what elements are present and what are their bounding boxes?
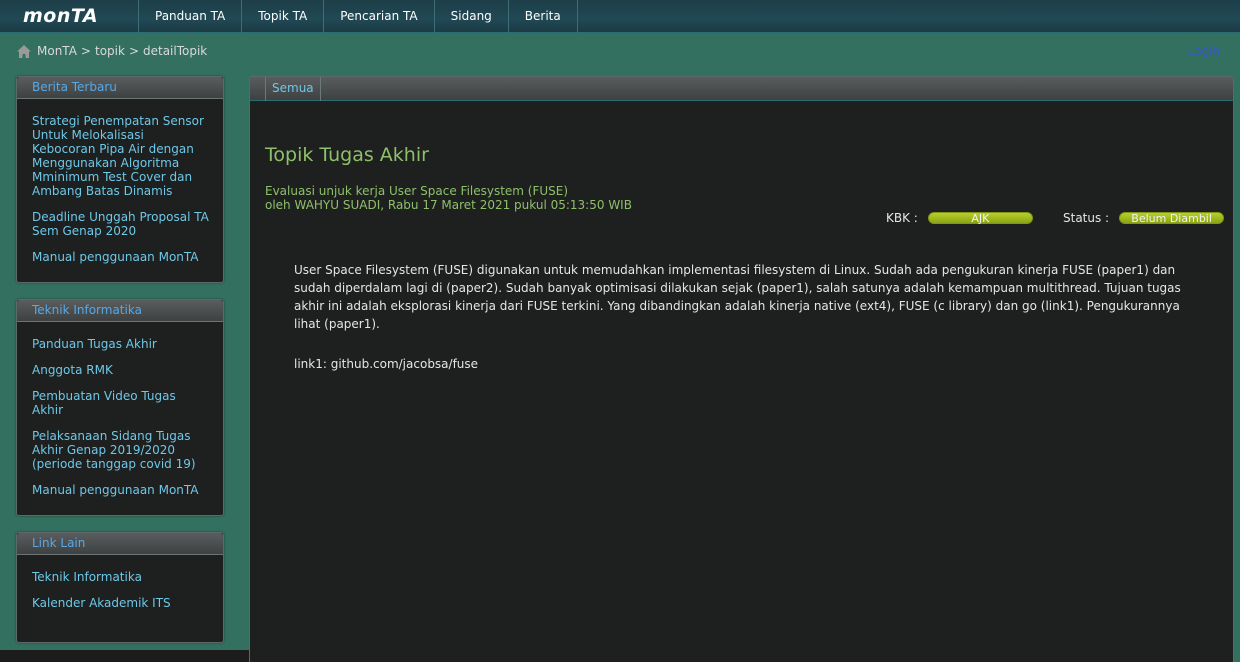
sidebar-berita-box: Berita Terbaru Strategi Penempatan Senso…: [16, 76, 224, 283]
main-panel: Semua Topik Tugas Akhir Evaluasi unjuk k…: [249, 76, 1234, 662]
sidebar-berita-list: Strategi Penempatan Sensor Untuk Melokal…: [17, 99, 223, 264]
sidebar-link-box: Link Lain Teknik Informatika Kalender Ak…: [16, 532, 224, 643]
home-icon[interactable]: [17, 44, 31, 58]
news-item[interactable]: Strategi Penempatan Sensor Untuk Melokal…: [32, 114, 209, 198]
kbk-label: KBK :: [886, 211, 918, 225]
status-badge: Belum Diambil: [1119, 212, 1225, 225]
login-link[interactable]: Login: [1188, 44, 1220, 58]
status-label: Status :: [1063, 211, 1110, 225]
sidebar-item-panduan[interactable]: Panduan Tugas Akhir: [32, 337, 209, 351]
breadcrumb-home[interactable]: MonTA: [37, 44, 77, 58]
status-field: Status : Belum Diambil: [1063, 211, 1225, 225]
topic-title: Evaluasi unjuk kerja User Space Filesyst…: [265, 184, 569, 198]
sidebar-item-video[interactable]: Pembuatan Video Tugas Akhir: [32, 389, 209, 417]
top-navbar: monTA Panduan TA Topik TA Pencarian TA S…: [0, 0, 1240, 33]
news-item[interactable]: Manual penggunaan MonTA: [32, 250, 209, 264]
sidebar-link-list: Teknik Informatika Kalender Akademik ITS: [17, 555, 223, 610]
sidebar-item-sidang[interactable]: Pelaksanaan Sidang Tugas Akhir Genap 201…: [32, 429, 209, 471]
sidebar-item-anggota-rmk[interactable]: Anggota RMK: [32, 363, 209, 377]
breadcrumb-topik[interactable]: topik: [95, 44, 125, 58]
news-item[interactable]: Deadline Unggah Proposal TA Sem Genap 20…: [32, 210, 209, 238]
nav-panduan-ta[interactable]: Panduan TA: [138, 0, 241, 33]
breadcrumb-separator: >: [128, 44, 139, 58]
sidebar-ti-list: Panduan Tugas Akhir Anggota RMK Pembuata…: [17, 322, 223, 497]
breadcrumb-separator: >: [80, 44, 91, 58]
sidebar-item-manual[interactable]: Manual penggunaan MonTA: [32, 483, 209, 497]
topic-meta: oleh WAHYU SUADI, Rabu 17 Maret 2021 puk…: [265, 198, 632, 212]
sidebar-link-title: Link Lain: [17, 533, 223, 555]
footer-strip: [0, 650, 249, 662]
nav-pencarian-ta[interactable]: Pencarian TA: [323, 0, 433, 33]
nav-berita[interactable]: Berita: [507, 0, 578, 33]
logo[interactable]: monTA: [23, 5, 98, 27]
page-title: Topik Tugas Akhir: [265, 144, 429, 166]
tab-semua[interactable]: Semua: [265, 77, 321, 101]
kbk-field: KBK : AJK: [886, 211, 1033, 225]
nav-topik-ta[interactable]: Topik TA: [241, 0, 323, 33]
sidebar-ti-box: Teknik Informatika Panduan Tugas Akhir A…: [16, 299, 224, 516]
main-nav: Panduan TA Topik TA Pencarian TA Sidang …: [138, 0, 578, 33]
sidebar-item-kalender[interactable]: Kalender Akademik ITS: [32, 596, 209, 610]
topic-description: User Space Filesystem (FUSE) digunakan u…: [294, 263, 1181, 331]
breadcrumb: MonTA > topik > detailTopik: [17, 44, 207, 58]
breadcrumb-current: detailTopik: [143, 44, 208, 58]
sidebar-ti-title: Teknik Informatika: [17, 300, 223, 322]
sidebar-item-teknik-informatika[interactable]: Teknik Informatika: [32, 570, 209, 584]
nav-sidang[interactable]: Sidang: [433, 0, 508, 33]
tab-bar: Semua: [250, 77, 1233, 101]
kbk-badge: AJK: [927, 212, 1033, 225]
sidebar-berita-title: Berita Terbaru: [17, 77, 223, 99]
topic-link: link1: github.com/jacobsa/fuse: [294, 357, 479, 371]
